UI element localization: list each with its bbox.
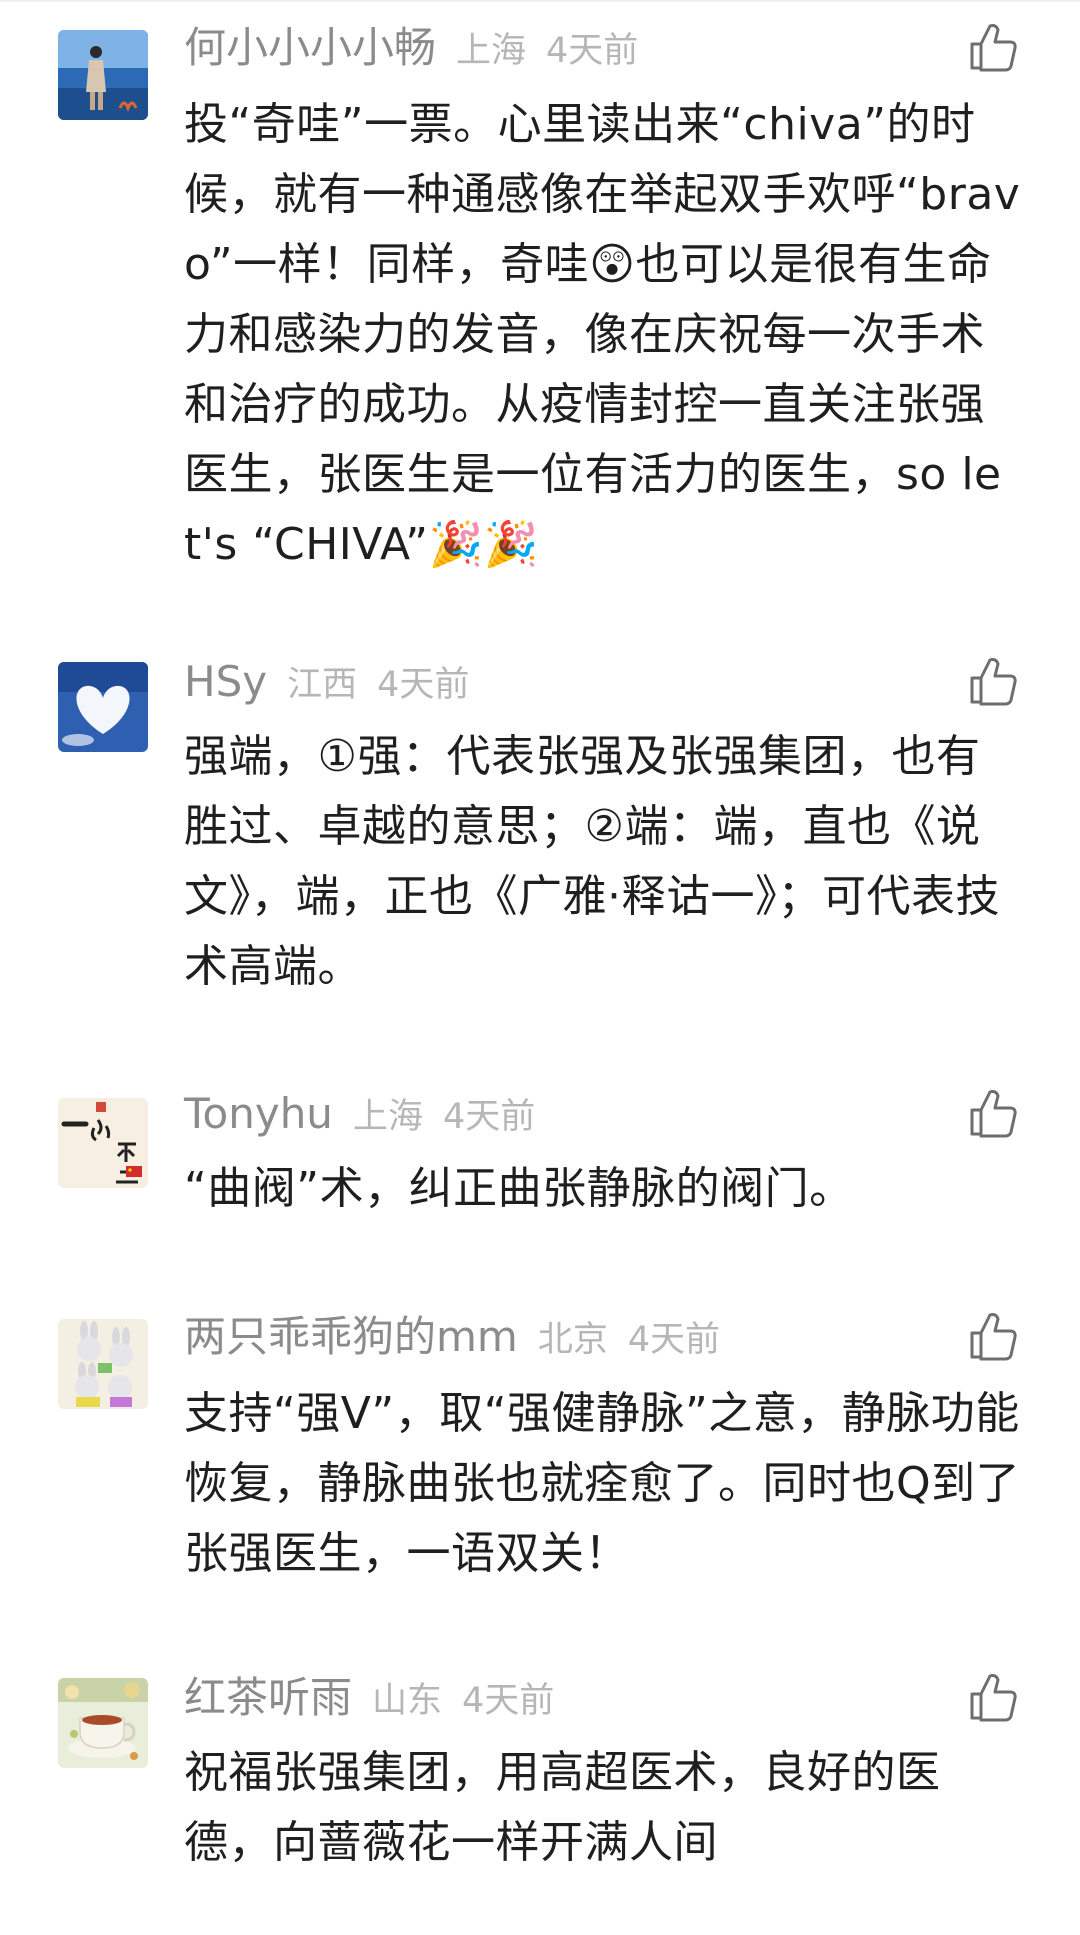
nickname[interactable]: 两只乖乖狗的mm: [184, 1307, 518, 1367]
comment-text: 强端，①强：代表张强及张强集团，也有胜过、卓越的意思；②端：端，直也《说文》，端…: [184, 731, 1000, 992]
thumbs-up-icon: [970, 1090, 1017, 1138]
comment-text: “曲阀”术，纠正曲张静脉的阀门。: [184, 1163, 854, 1214]
avatar-tea-cup-icon: [58, 1678, 148, 1768]
region-label: 北京: [537, 1320, 608, 1360]
timestamp: 4天前: [377, 665, 470, 705]
nickname[interactable]: HSy: [184, 652, 267, 712]
like-button[interactable]: [966, 1309, 1020, 1363]
avatar[interactable]: [58, 1098, 148, 1188]
timestamp: 4天前: [627, 1320, 721, 1360]
comment-meta: 红茶听雨 山东 4天前: [184, 1668, 554, 1728]
avatar-bunnies-icon: [58, 1319, 148, 1409]
avatar[interactable]: [58, 30, 148, 120]
timestamp: 4天前: [462, 1681, 555, 1721]
region-label: 山东: [372, 1681, 443, 1721]
comment-text: 投“奇哇”一票。心里读出来“chiva”的时候，就有一种通感像在举起双手欢呼“b…: [184, 99, 1021, 570]
like-button[interactable]: [966, 1670, 1020, 1724]
top-divider: [0, 0, 1080, 2]
avatar[interactable]: [58, 662, 148, 752]
like-button[interactable]: [966, 20, 1020, 74]
comment-meta: Tonyhu 上海 4天前: [184, 1084, 535, 1144]
avatar-calligraphy-icon: [58, 1098, 148, 1188]
thumbs-up-icon: [970, 1674, 1017, 1722]
timestamp: 4天前: [442, 1097, 536, 1137]
avatar[interactable]: [58, 1319, 148, 1409]
thumbs-up-icon: [970, 1313, 1017, 1361]
comment-meta: 两只乖乖狗的mm 北京 4天前: [184, 1307, 720, 1367]
thumbs-up-icon: [970, 658, 1017, 706]
avatar-person-at-sea-icon: [58, 30, 148, 120]
thumbs-up-icon: [970, 24, 1017, 72]
comment-meta: HSy 江西 4天前: [184, 652, 469, 712]
region-label: 江西: [287, 665, 358, 705]
avatar[interactable]: [58, 1678, 148, 1768]
avatar-heart-cloud-icon: [58, 662, 148, 752]
nickname[interactable]: 何小小小小畅: [184, 18, 436, 78]
nickname[interactable]: 红茶听雨: [184, 1668, 352, 1728]
like-button[interactable]: [966, 1086, 1020, 1140]
comment-text: 支持“强V”，取“强健静脉”之意，静脉功能恢复，静脉曲张也就痊愈了。同时也Q到了…: [184, 1388, 1021, 1579]
like-button[interactable]: [966, 654, 1020, 708]
timestamp: 4天前: [546, 31, 639, 71]
comment-text: 祝福张强集团，用高超医术，良好的医德，向蔷薇花一样开满人间: [184, 1747, 941, 1868]
nickname[interactable]: Tonyhu: [184, 1084, 333, 1144]
comment-meta: 何小小小小畅 上海 4天前: [184, 18, 638, 78]
region-label: 上海: [456, 31, 527, 71]
region-label: 上海: [352, 1097, 423, 1137]
